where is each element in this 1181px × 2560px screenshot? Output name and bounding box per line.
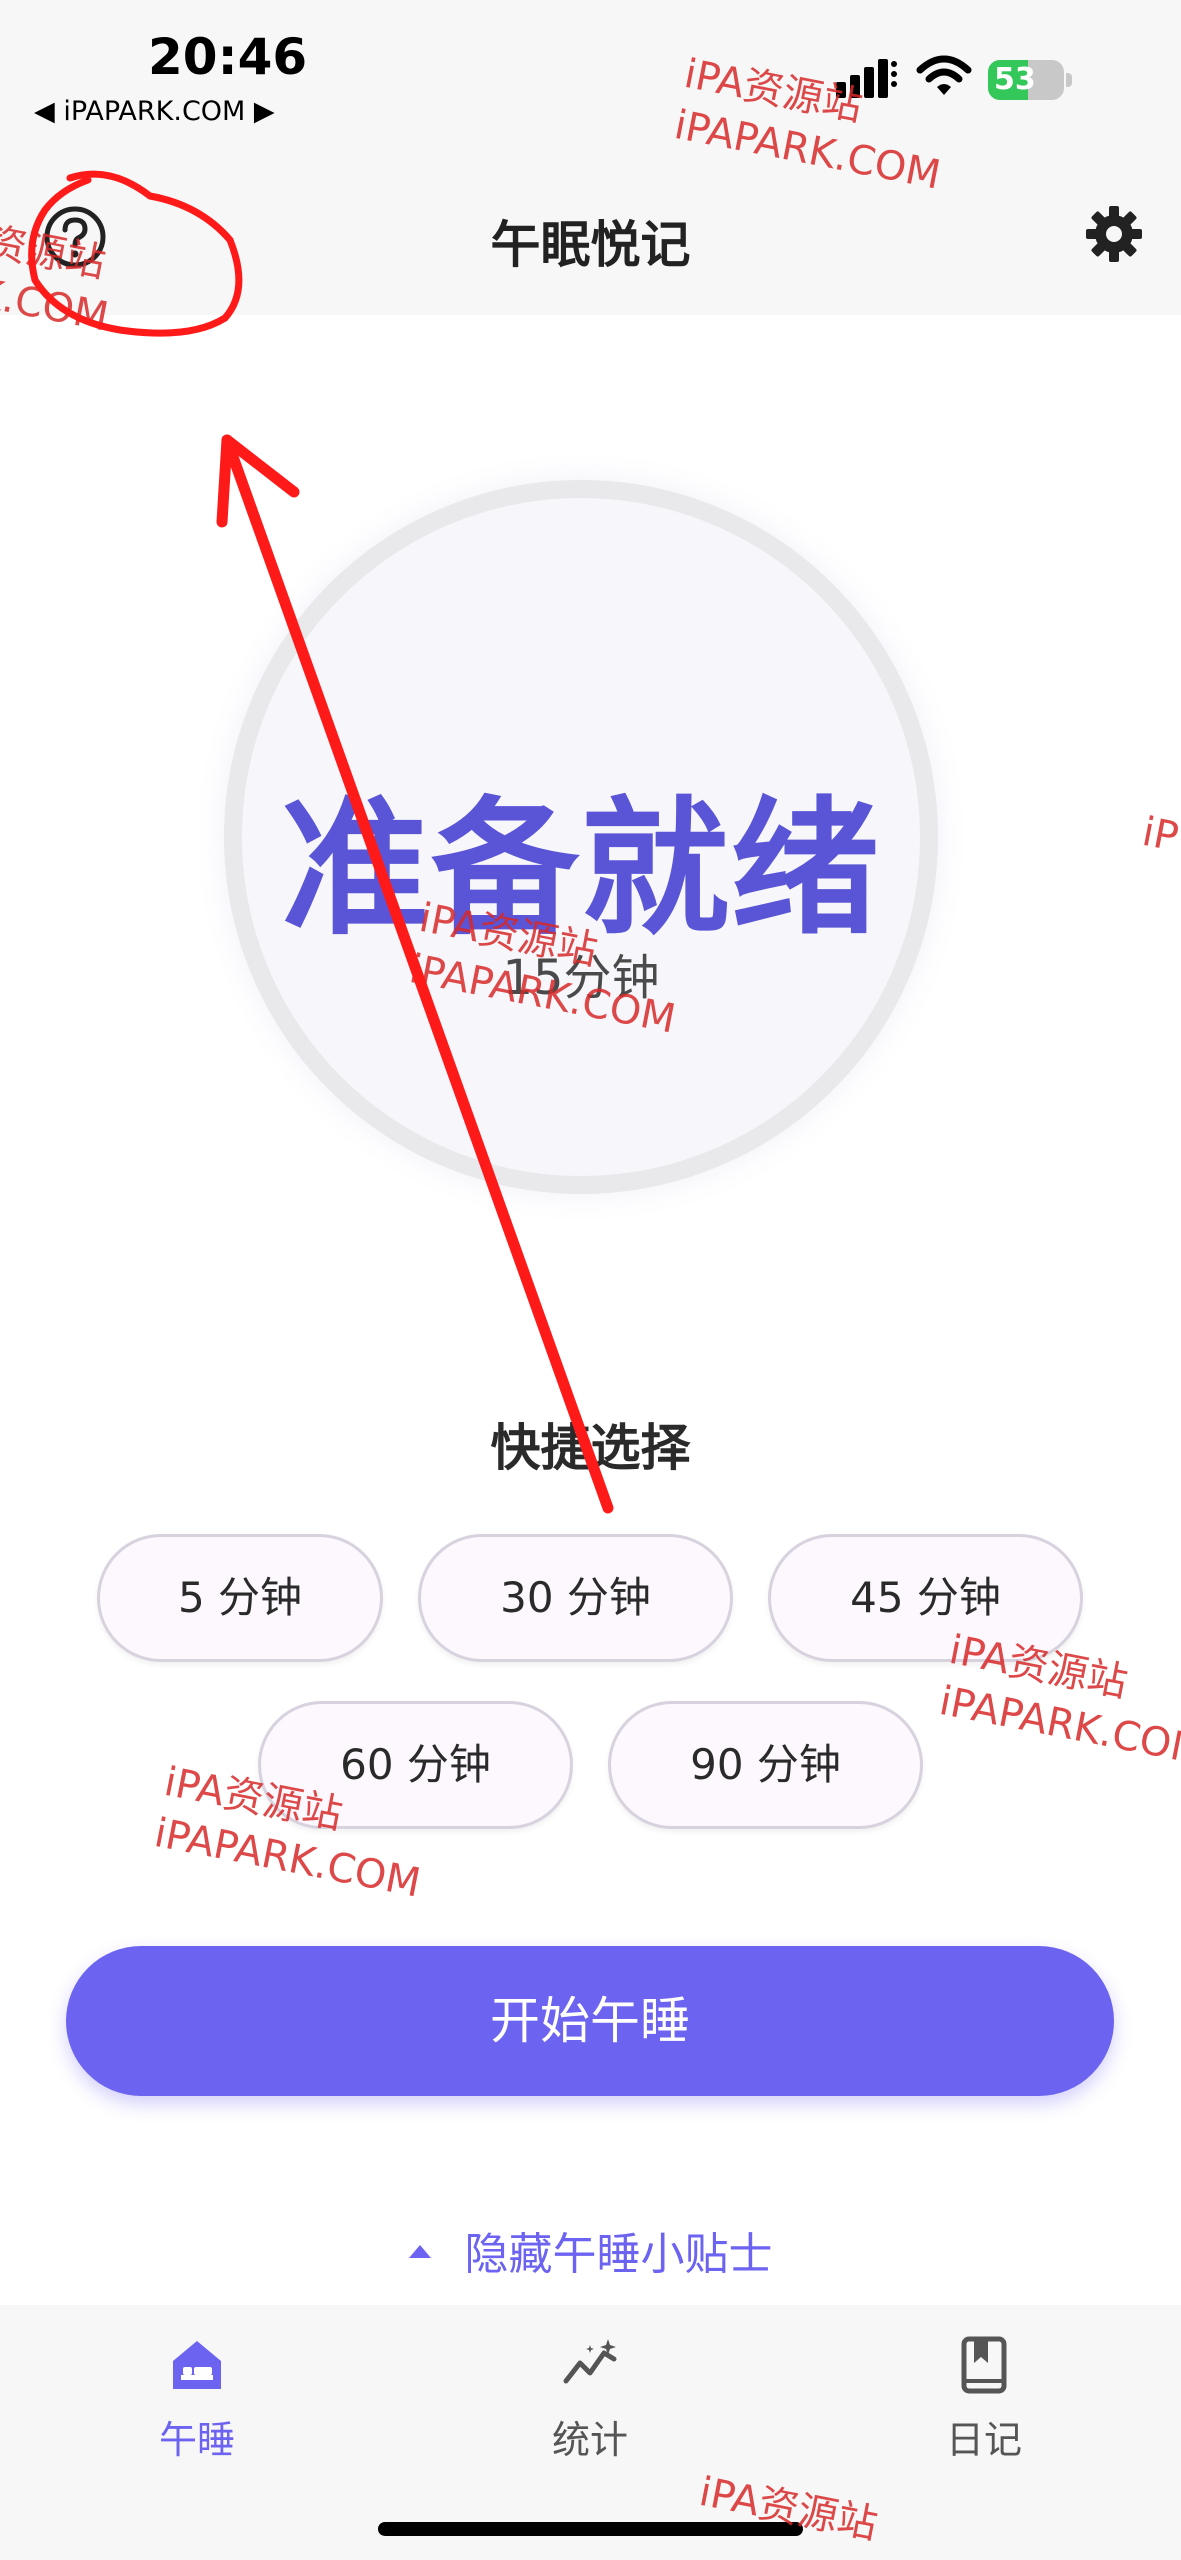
quick-option-5-min[interactable]: 5 分钟: [97, 1534, 383, 1662]
nav-label-nap: 午睡: [158, 2418, 235, 2462]
status-time: 20:46: [148, 28, 308, 86]
app-screen: 20:46 ◀ iPAPARK.COM ▶ 53 午眠悦记 准备就绪 15分钟 …: [0, 0, 1181, 2560]
bookmark-book-icon: [961, 2336, 1007, 2394]
quick-select-title: 快捷选择: [490, 1419, 691, 1477]
nav-item-diary[interactable]: 日记: [884, 2335, 1084, 2475]
battery-body: 53: [988, 60, 1064, 100]
nav-label-stats: 统计: [551, 2418, 628, 2462]
page-title: 午眠悦记: [490, 216, 691, 274]
quick-option-90-min[interactable]: 90 分钟: [608, 1701, 923, 1829]
gear-icon[interactable]: [1084, 204, 1144, 264]
start-nap-button[interactable]: 开始午睡: [66, 1946, 1114, 2096]
back-to-app-link[interactable]: ◀ iPAPARK.COM ▶: [34, 96, 275, 127]
battery-tip: [1066, 73, 1072, 87]
nav-item-nap[interactable]: 午睡: [97, 2335, 297, 2475]
watermark-edge-right: iP: [1138, 806, 1181, 864]
watermark: iPA资源站 iPAPARK.COM: [935, 1624, 1181, 1778]
hide-tips-label: 隐藏午睡小贴士: [464, 2229, 773, 2280]
chevron-up-icon: [408, 2244, 431, 2258]
bed-icon: [173, 2341, 221, 2389]
annotation-arrow-head: [216, 434, 300, 528]
nav-item-stats[interactable]: 统计: [490, 2335, 690, 2475]
annotation-overlay: [28, 170, 614, 1514]
wifi-icon: [916, 55, 972, 95]
battery-level: 53: [994, 62, 1036, 97]
quick-option-30-min[interactable]: 30 分钟: [418, 1534, 733, 1662]
trend-chart-icon: [563, 2339, 617, 2384]
battery-indicator: 53: [988, 60, 1074, 100]
nav-label-diary: 日记: [945, 2418, 1022, 2462]
status-bar: 20:46 ◀ iPAPARK.COM ▶ 53: [0, 0, 1181, 140]
app-header: 午眠悦记: [0, 140, 1181, 315]
watermark-fragment-edge: iP: [1138, 808, 1181, 861]
timer-dial: 准备就绪 15分钟: [224, 480, 938, 1194]
hide-tips-toggle[interactable]: 隐藏午睡小贴士: [0, 2218, 1181, 2282]
